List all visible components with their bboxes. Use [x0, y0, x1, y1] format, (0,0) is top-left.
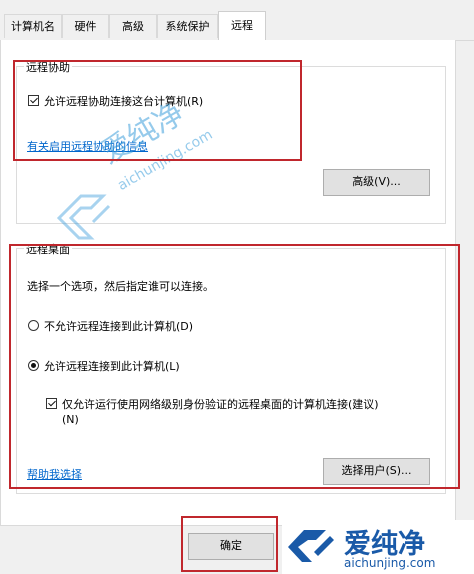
tab-bar: 计算机名 硬件 高级 系统保护 远程 — [0, 0, 474, 41]
site-logo-icon — [288, 530, 334, 562]
site-logo-url: aichunjing.com — [344, 556, 436, 570]
allow-remote-radio[interactable] — [28, 360, 39, 371]
watermark-logo-icon — [56, 194, 111, 240]
tab-hardware[interactable]: 硬件 — [62, 14, 109, 38]
nla-only-label-line1: 仅允许运行使用网络级别身份验证的远程桌面的计算机连接(建议) — [62, 398, 379, 411]
tab-advanced[interactable]: 高级 — [109, 14, 157, 38]
allow-remote-assistance-checkbox[interactable] — [28, 95, 39, 106]
tab-computer-name[interactable]: 计算机名 — [4, 14, 62, 38]
disallow-remote-label: 不允许远程连接到此计算机(D) — [44, 320, 194, 333]
nla-only-label-line2: (N) — [62, 413, 79, 426]
disallow-remote-radio[interactable] — [28, 320, 39, 331]
watermark: 爱纯净 aichunjing.com — [47, 96, 247, 250]
tab-system-protection[interactable]: 系统保护 — [157, 14, 218, 38]
select-users-button[interactable]: 选择用户(S)... — [323, 458, 430, 485]
remote-desktop-instruction: 选择一个选项，然后指定谁可以连接。 — [27, 280, 214, 293]
remote-tab-panel: 远程协助 允许远程协助连接这台计算机(R) 有关启用远程协助的信息 高级(V).… — [0, 40, 456, 526]
allow-remote-label: 允许远程连接到此计算机(L) — [44, 360, 180, 373]
remote-assistance-title: 远程协助 — [24, 59, 72, 75]
tab-remote[interactable]: 远程 — [218, 11, 266, 41]
nla-only-checkbox[interactable] — [46, 398, 57, 409]
site-logo: 爱纯净 aichunjing.com — [282, 520, 474, 574]
system-properties-dialog: 计算机名 硬件 高级 系统保护 远程 远程协助 允许远程协助连接这台计算机(R)… — [0, 0, 474, 574]
help-me-choose-link[interactable]: 帮助我选择 — [27, 466, 82, 482]
ok-button[interactable]: 确定 — [188, 533, 274, 560]
advanced-button[interactable]: 高级(V)... — [323, 169, 430, 196]
